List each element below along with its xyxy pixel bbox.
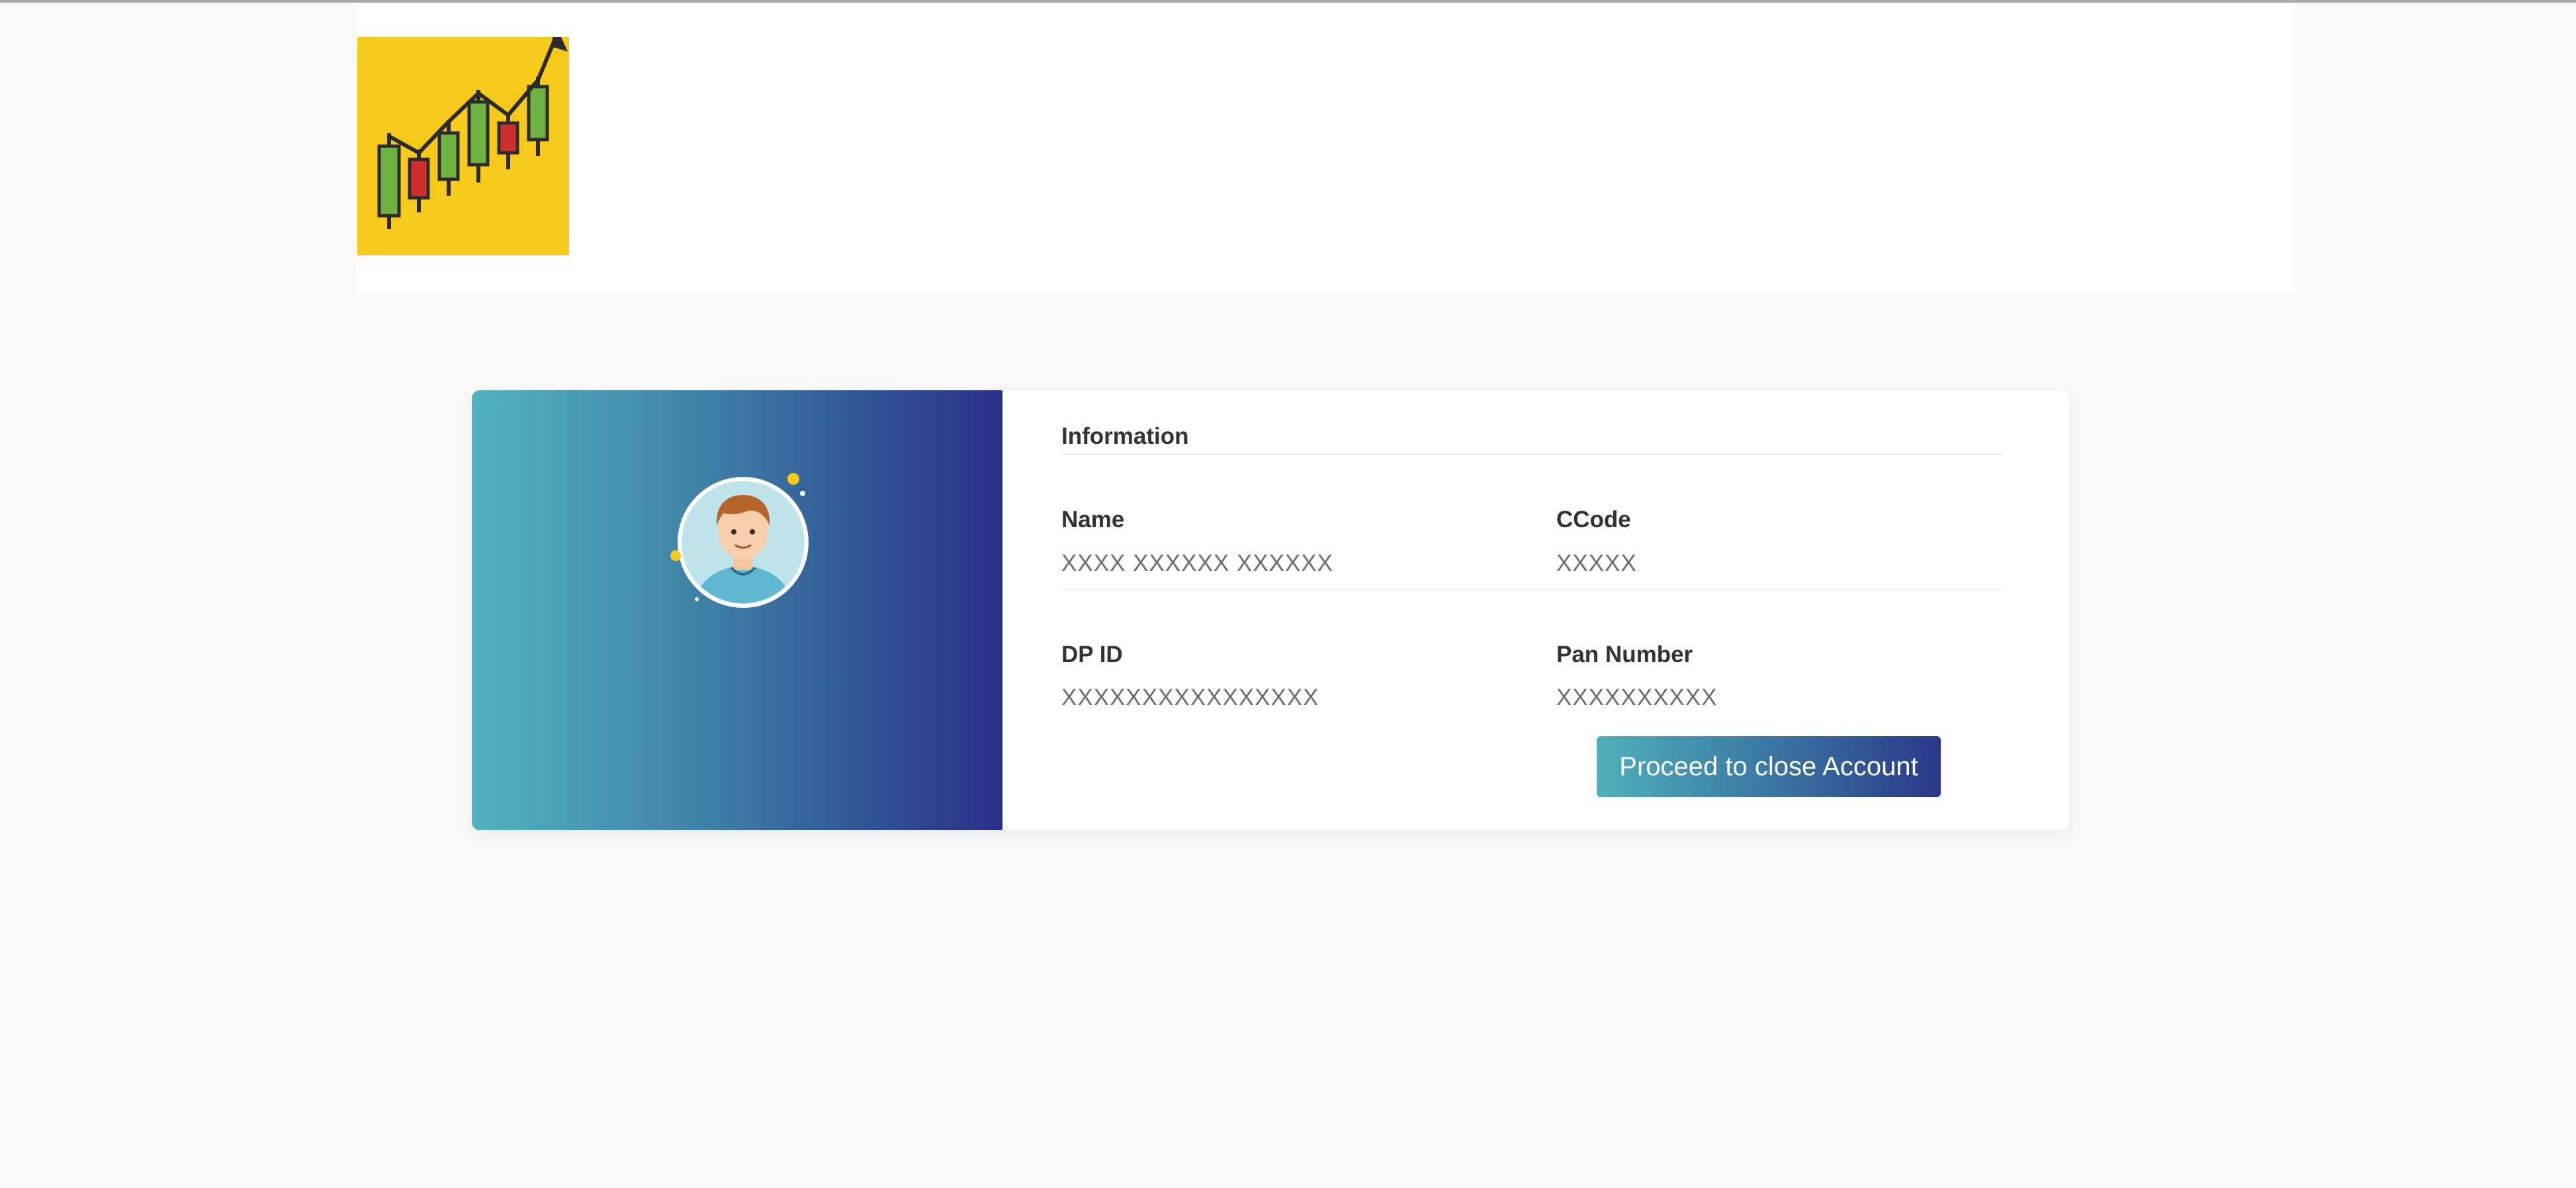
- pan-number-label: Pan Number: [1556, 642, 1693, 667]
- dp-id-label: DP ID: [1061, 642, 1123, 667]
- user-avatar-icon: [670, 473, 809, 608]
- ccode-value: XXXXX: [1556, 550, 1637, 576]
- row-divider: [1061, 589, 2004, 590]
- section-divider: [1061, 454, 2004, 455]
- section-title: Information: [1061, 423, 1189, 449]
- candlestick-chart-icon: [357, 37, 569, 255]
- name-value: XXXX XXXXXX XXXXXX: [1061, 550, 1333, 576]
- pan-number-value: XXXXXXXXXX: [1556, 685, 1718, 710]
- header: [356, 3, 2295, 294]
- profile-panel: [472, 390, 1002, 830]
- dp-id-value: XXXXXXXXXXXXXXXX: [1061, 685, 1319, 710]
- name-label: Name: [1061, 507, 1125, 532]
- ccode-label: CCode: [1556, 507, 1631, 532]
- proceed-to-close-account-button[interactable]: Proceed to close Account: [1597, 736, 1941, 797]
- account-info-card: Information Name XXXX XXXXXX XXXXXX CCod…: [472, 390, 2069, 830]
